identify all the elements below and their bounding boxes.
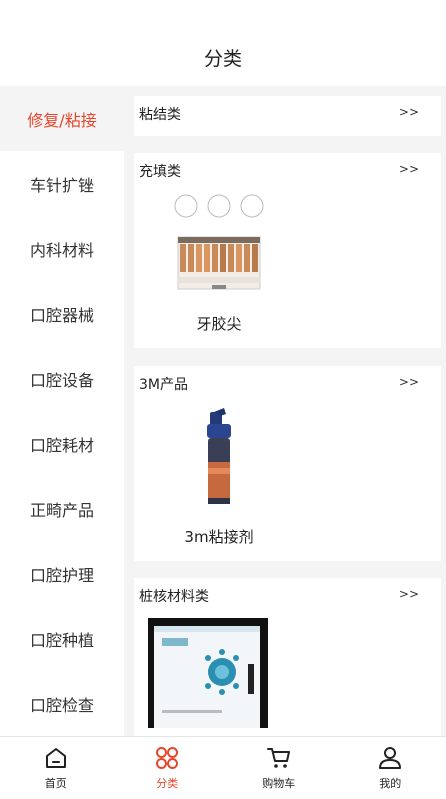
tab-cart[interactable]: 购物车 bbox=[223, 737, 335, 799]
sidebar-item-burs-files[interactable]: 车针扩锉 bbox=[0, 151, 124, 216]
section-more-link[interactable]: >> bbox=[399, 375, 419, 389]
sidebar-item-oral-care[interactable]: 口腔护理 bbox=[0, 541, 124, 606]
tab-category[interactable]: 分类 bbox=[112, 737, 224, 799]
page-title: 分类 bbox=[203, 48, 242, 70]
product-item[interactable]: 3m粘接剂 bbox=[149, 406, 289, 547]
category-sidebar: 修复/粘接 车针扩锉 内科材料 口腔器械 口腔设备 口腔耗材 正畸产品 口腔护理… bbox=[0, 86, 124, 736]
section-header: 3M产品 >> bbox=[134, 366, 441, 402]
post-core-box-image bbox=[148, 618, 268, 728]
adhesive-bottle-image bbox=[207, 408, 231, 504]
section-card-post-core: 桩核材料类 >> bbox=[134, 578, 441, 736]
cart-icon bbox=[266, 748, 290, 768]
sidebar-item-endodontic-materials[interactable]: 内科材料 bbox=[0, 216, 124, 281]
tab-label: 分类 bbox=[156, 777, 179, 790]
sidebar-item-oral-examination[interactable]: 口腔检查 bbox=[0, 671, 124, 736]
tab-label: 购物车 bbox=[262, 777, 296, 790]
tab-profile[interactable]: 我的 bbox=[335, 737, 446, 799]
tab-label: 首页 bbox=[44, 777, 67, 790]
tab-home[interactable]: 首页 bbox=[0, 737, 112, 799]
sidebar-item-orthodontic-products[interactable]: 正畸产品 bbox=[0, 476, 124, 541]
section-title: 桩核材料类 bbox=[139, 589, 209, 605]
sidebar-item-dental-consumables[interactable]: 口腔耗材 bbox=[0, 411, 124, 476]
product-item[interactable] bbox=[148, 618, 268, 732]
sidebar-item-dental-equipment[interactable]: 口腔设备 bbox=[0, 346, 124, 411]
section-title: 充填类 bbox=[139, 164, 181, 180]
sidebar-item-dental-instruments[interactable]: 口腔器械 bbox=[0, 281, 124, 346]
category-content: 粘结类 >> 充填类 >> 牙胶尖 3M产品 >> 3m粘接剂 桩核材料类 >> bbox=[124, 86, 446, 736]
sidebar-item-dental-implants[interactable]: 口腔种植 bbox=[0, 606, 124, 671]
section-card-bonding: 粘结类 >> bbox=[134, 96, 441, 136]
section-card-3m: 3M产品 >> 3m粘接剂 bbox=[134, 366, 441, 561]
page-header: 分类 bbox=[0, 0, 446, 86]
product-item[interactable]: 牙胶尖 bbox=[149, 193, 289, 334]
section-header: 粘结类 >> bbox=[134, 96, 441, 132]
sidebar-item-repair-bonding[interactable]: 修复/粘接 bbox=[0, 86, 124, 151]
tab-label: 我的 bbox=[379, 777, 402, 790]
section-more-link[interactable]: >> bbox=[399, 105, 419, 119]
section-header: 充填类 >> bbox=[134, 153, 441, 189]
section-more-link[interactable]: >> bbox=[399, 162, 419, 176]
product-label: 3m粘接剂 bbox=[184, 528, 254, 546]
section-title: 3M产品 bbox=[139, 377, 188, 393]
section-title: 粘结类 bbox=[139, 107, 181, 123]
gutta-percha-image bbox=[174, 194, 264, 290]
section-card-filling: 充填类 >> 牙胶尖 bbox=[134, 153, 441, 348]
section-header: 桩核材料类 >> bbox=[134, 578, 441, 614]
product-label: 牙胶尖 bbox=[196, 315, 242, 333]
bottom-tab-bar: 首页 分类 购物车 我的 bbox=[0, 736, 446, 799]
section-more-link[interactable]: >> bbox=[399, 587, 419, 601]
user-icon bbox=[379, 747, 402, 769]
home-icon bbox=[45, 748, 66, 768]
category-icon bbox=[156, 747, 179, 769]
